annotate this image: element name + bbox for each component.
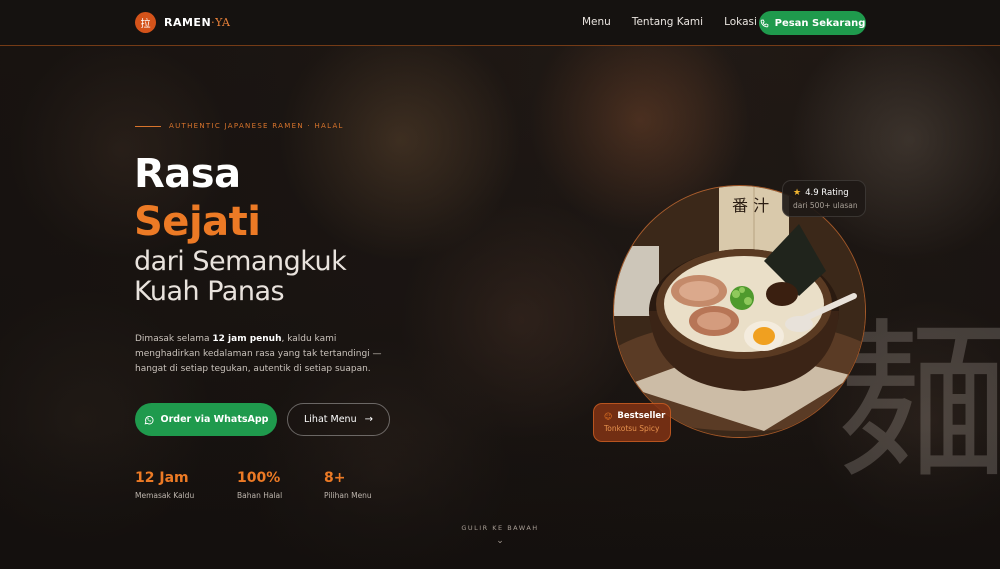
kanji-watermark: 麺 — [838, 304, 1000, 502]
hero-title-line3: dari Semangkuk — [134, 246, 347, 277]
hero-eyebrow: AUTHENTIC JAPANESE RAMEN · HALAL — [135, 122, 344, 130]
scroll-hint-text: GULIR KE BAWAH — [461, 524, 539, 532]
rating-badge: ★ 4.9 Rating dari 500+ ulasan — [782, 180, 866, 217]
bestseller-title: ☺ Bestseller — [604, 411, 670, 421]
stat-value: 100% — [237, 470, 281, 486]
desc-part1: Dimasak selama — [135, 334, 213, 344]
stat-label: Bahan Halal — [237, 491, 283, 500]
chevron-down-icon: ⌄ — [496, 536, 504, 546]
bestseller-badge: ☺ Bestseller Tonkotsu Spicy — [593, 403, 671, 442]
eyebrow-divider — [135, 125, 161, 127]
view-menu-button[interactable]: Lihat Menu → — [287, 403, 390, 436]
order-whatsapp-button[interactable]: Order via WhatsApp — [135, 403, 277, 436]
stat-label: Pilihan Menu — [324, 491, 372, 500]
noren-text: 番 汁 — [732, 196, 769, 215]
top-navbar: 拉 RAMEN ·YA Menu Tentang Kami Lokasi Pes… — [0, 0, 1000, 46]
bestseller-label: Bestseller — [617, 411, 666, 421]
nav-link-location[interactable]: Lokasi — [724, 16, 757, 28]
nav-link-about[interactable]: Tentang Kami — [632, 16, 703, 28]
stat-label: Memasak Kaldu — [135, 491, 195, 500]
rating-subtitle: dari 500+ ulasan — [793, 201, 858, 210]
brand-logo[interactable]: 拉 RAMEN ·YA — [135, 12, 231, 33]
order-whatsapp-label: Order via WhatsApp — [160, 414, 269, 425]
order-now-button[interactable]: Pesan Sekarang — [759, 11, 866, 35]
fire-icon: ☺ — [604, 411, 613, 421]
ramen-bowl-illustration: 番 汁 — [614, 186, 865, 437]
stat-item: 8+ Pilihan Menu — [324, 470, 372, 500]
phone-icon — [760, 19, 768, 27]
logo-name: RAMEN — [164, 16, 212, 29]
stat-value: 12 Jam — [135, 470, 189, 486]
whatsapp-icon — [144, 415, 154, 424]
hero-description: Dimasak selama 12 jam penuh, kaldu kami … — [135, 332, 395, 377]
stat-value: 8+ — [324, 470, 346, 486]
eyebrow-text: AUTHENTIC JAPANESE RAMEN · HALAL — [169, 122, 344, 130]
nav-link-menu[interactable]: Menu — [582, 16, 611, 28]
ramen-bowl-image: 番 汁 — [613, 185, 866, 438]
view-menu-label: Lihat Menu — [304, 414, 357, 425]
desc-highlight: 12 jam penuh — [212, 334, 282, 344]
stat-item: 100% Bahan Halal — [237, 470, 324, 500]
stat-item: 12 Jam Memasak Kaldu — [135, 470, 237, 500]
hero-title-line4: Kuah Panas — [134, 276, 285, 307]
hero-title-line1: Rasa — [134, 151, 241, 197]
hero-title-line2: Sejati — [134, 199, 261, 245]
nav-links: Menu Tentang Kami Lokasi — [582, 16, 778, 28]
hero-stats: 12 Jam Memasak Kaldu 100% Bahan Halal 8+… — [135, 470, 372, 500]
bestseller-item: Tonkotsu Spicy — [604, 424, 660, 433]
star-icon: ★ — [793, 188, 802, 198]
logo-mark-icon: 拉 — [135, 12, 156, 33]
scroll-indicator[interactable]: GULIR KE BAWAH ⌄ — [0, 524, 1000, 546]
rating-value: 4.9 Rating — [805, 188, 849, 198]
order-now-label: Pesan Sekarang — [774, 17, 866, 29]
arrow-right-icon: → — [364, 414, 373, 425]
hero-title: Rasa Sejati dari Semangkuk Kuah Panas — [134, 151, 347, 307]
rating-title: ★ 4.9 Rating — [793, 188, 865, 198]
logo-accent: ·YA — [211, 16, 231, 29]
